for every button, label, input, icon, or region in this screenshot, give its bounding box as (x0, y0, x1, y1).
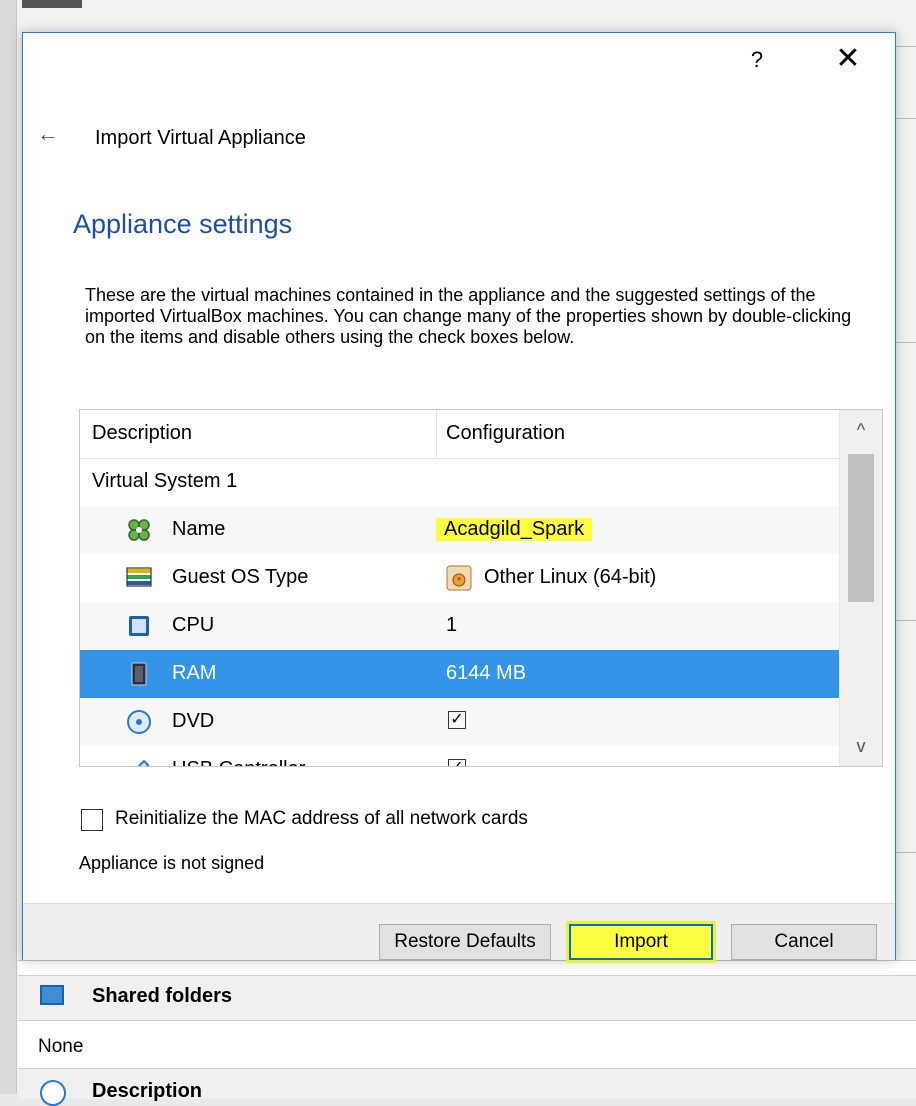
column-header-configuration[interactable]: Configuration (446, 422, 565, 445)
guest-os-value[interactable]: Other Linux (64-bit) (484, 566, 656, 589)
group-label: Virtual System 1 (92, 470, 238, 492)
page-description: These are the virtual machines contained… (85, 285, 852, 347)
column-header-description[interactable]: Description (92, 422, 192, 445)
scroll-down-icon[interactable]: v (840, 726, 882, 766)
table-row-name[interactable]: Name Acadgild_Spark (80, 506, 840, 554)
table-header: Description Configuration (80, 410, 840, 459)
dialog-footer: Restore Defaults Import Cancel (23, 903, 895, 963)
shared-folders-title: Shared folders (92, 985, 233, 1007)
divider (896, 342, 916, 343)
import-button[interactable]: Import (566, 921, 716, 963)
close-button[interactable]: ✕ (833, 41, 863, 76)
wizard-title: Import Virtual Appliance (95, 127, 306, 149)
dvd-icon (127, 710, 151, 734)
description-icon (40, 1080, 66, 1106)
mac-reinitialize-checkbox[interactable] (81, 809, 103, 831)
toolbar-fragment (22, 0, 82, 8)
divider (896, 852, 916, 853)
page-heading: Appliance settings (73, 209, 293, 239)
row-label: Name (172, 518, 226, 540)
table-row-cpu[interactable]: CPU 1 (80, 602, 840, 650)
row-label: CPU (172, 614, 215, 636)
guest-os-icon (126, 567, 152, 587)
description-title: Description (92, 1080, 203, 1102)
dvd-checkbox[interactable]: ✓ (448, 711, 466, 729)
row-label: RAM (172, 662, 217, 684)
cpu-value[interactable]: 1 (446, 614, 457, 637)
table-row-usb[interactable]: USB Controller ✓ (80, 746, 840, 766)
restore-defaults-button[interactable]: Restore Defaults (379, 924, 551, 960)
table-row-dvd[interactable]: DVD ✓ (80, 698, 840, 746)
left-panel-edge (0, 0, 17, 1094)
divider (896, 46, 916, 47)
ram-icon (131, 662, 147, 686)
row-label: USB Controller (172, 758, 305, 766)
row-label: Guest OS Type (172, 566, 309, 588)
help-button[interactable]: ? (745, 47, 769, 73)
column-divider[interactable] (436, 410, 437, 458)
scroll-thumb[interactable] (848, 454, 874, 602)
shared-folders-icon (40, 985, 64, 1005)
cancel-button[interactable]: Cancel (731, 924, 877, 960)
table-scrollbar[interactable]: ^ v (839, 410, 882, 766)
linux-os-icon: * (446, 565, 472, 591)
svg-text:*: * (457, 576, 461, 587)
table-row-ram[interactable]: RAM 6144 MB (80, 650, 840, 698)
scroll-up-icon[interactable]: ^ (840, 410, 882, 450)
cpu-icon (129, 616, 149, 636)
usb-checkbox[interactable]: ✓ (448, 759, 466, 766)
table-row-virtual-system[interactable]: Virtual System 1 (80, 458, 840, 506)
divider (896, 118, 916, 119)
name-icon (128, 519, 150, 541)
row-label: DVD (172, 710, 215, 732)
divider (896, 620, 916, 621)
table-row-guest-os[interactable]: Guest OS Type * Other Linux (64-bit) (80, 554, 840, 602)
signature-status: Appliance is not signed (79, 853, 265, 873)
vm-name-value[interactable]: Acadgild_Spark (436, 518, 593, 541)
back-arrow-icon[interactable]: ← (37, 121, 59, 147)
mac-reinitialize-label[interactable]: Reinitialize the MAC address of all netw… (115, 808, 528, 830)
ram-value[interactable]: 6144 MB (446, 662, 526, 685)
appliance-settings-table: Description Configuration Virtual System… (79, 409, 883, 767)
shared-folders-value: None (38, 1036, 84, 1057)
import-appliance-dialog: ? ✕ ← Import Virtual Appliance Appliance… (22, 32, 896, 963)
usb-icon (137, 759, 150, 766)
